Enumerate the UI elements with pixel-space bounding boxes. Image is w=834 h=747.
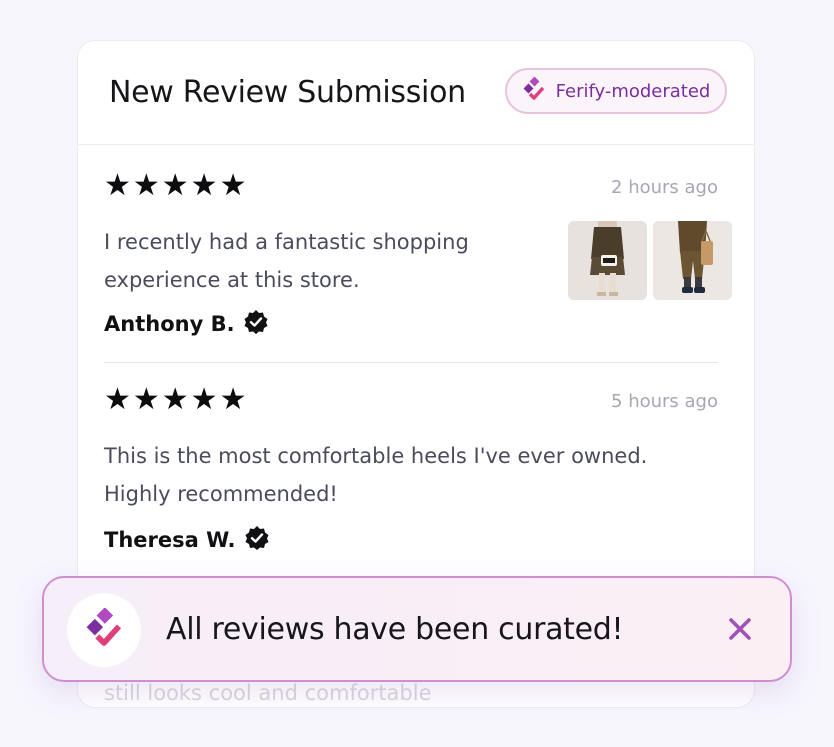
star-rating: ★★★★★ (104, 168, 249, 203)
toast-logo (67, 593, 141, 667)
partial-review-text: still looks cool and comfortable (104, 681, 432, 705)
star-rating: ★★★★★ (104, 382, 249, 417)
review-timestamp: 2 hours ago (611, 177, 718, 198)
review-text: I recently had a fantastic shopping expe… (104, 230, 469, 292)
curation-toast: All reviews have been curated! (42, 576, 792, 682)
review-photo-thumbnail[interactable] (568, 221, 647, 300)
toast-message: All reviews have been curated! (166, 612, 624, 647)
review-photos (568, 221, 732, 300)
review-timestamp: 5 hours ago (611, 391, 718, 412)
review-author: Theresa W. (104, 525, 270, 555)
moderation-badge-label: Ferify-moderated (555, 80, 711, 102)
ferify-logo-icon (84, 607, 124, 652)
author-name: Theresa W. (104, 528, 236, 552)
verified-badge-icon (244, 525, 270, 555)
page-title: New Review Submission (109, 75, 466, 110)
author-name: Anthony B. (104, 312, 235, 336)
close-button[interactable] (726, 615, 754, 643)
review-text: This is the most comfortable heels I've … (104, 444, 648, 506)
ferify-logo-icon (522, 76, 546, 105)
moderation-badge: Ferify-moderated (505, 68, 727, 114)
review-photo-thumbnail[interactable] (653, 221, 732, 300)
review-author: Anthony B. (104, 309, 269, 339)
review-item: ★★★★★ 2 hours ago I recently had a fanta… (104, 167, 732, 363)
verified-badge-icon (243, 309, 269, 339)
close-icon[interactable] (726, 618, 754, 647)
card-header: New Review Submission Ferify-moderated (78, 41, 754, 145)
review-item: ★★★★★ 5 hours ago This is the most comfo… (104, 381, 718, 581)
